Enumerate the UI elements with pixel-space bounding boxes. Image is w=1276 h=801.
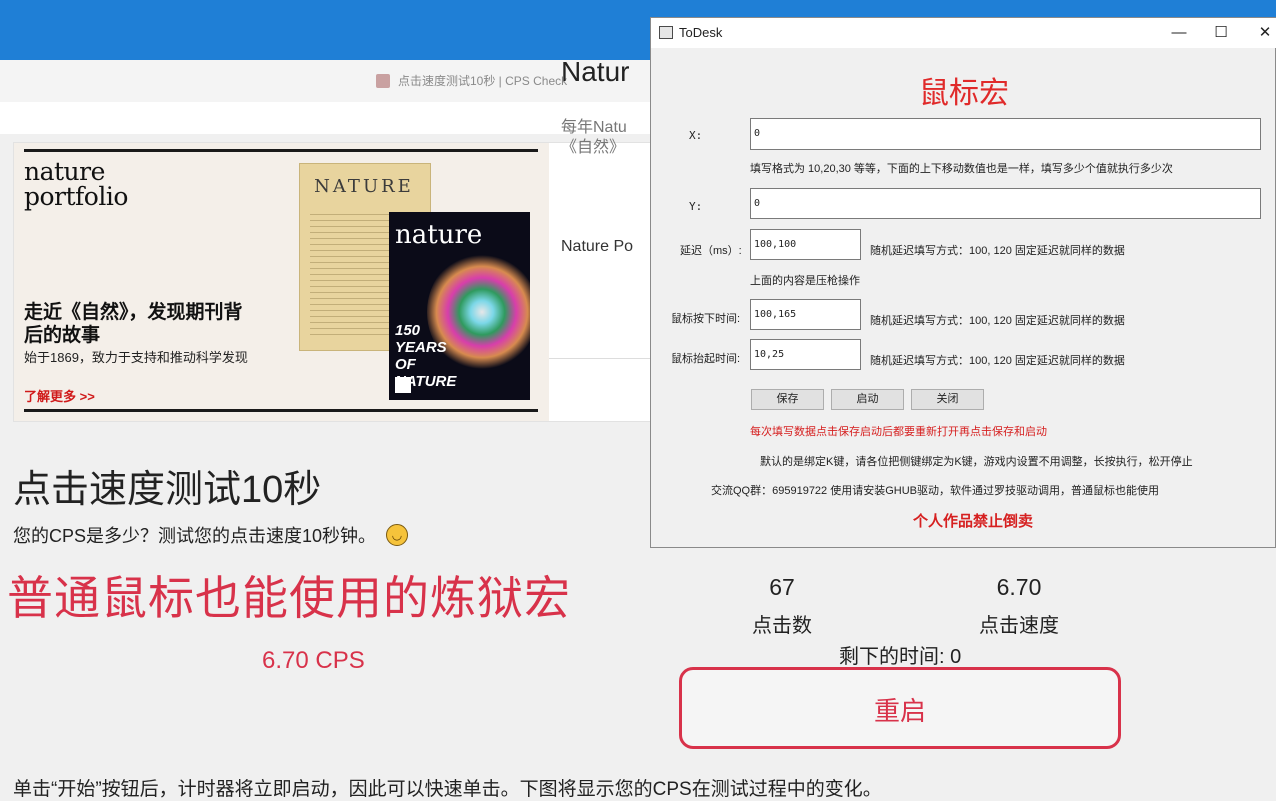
speed-stat: 6.70 点击速度 (959, 574, 1079, 638)
y-label: Y: (689, 200, 703, 213)
clicks-value: 67 (769, 574, 795, 600)
restart-button[interactable]: 重启 (679, 667, 1121, 749)
ad-subtext: 始于1869，致力于支持和推动科学发现 (24, 350, 248, 365)
qq-group-note: 交流QQ群：695919722 使用请安装GHUB驱动，软件通过罗技驱动调用，普… (711, 485, 1160, 497)
delay-label: 延迟（ms）: (680, 245, 742, 257)
close-window-button[interactable]: ✕ (1243, 18, 1276, 48)
ad-top-rule (24, 149, 538, 152)
delay-hint: 随机延迟填写方式：100, 120 固定延迟就同样的数据 (870, 245, 1125, 257)
speed-value: 6.70 (996, 574, 1042, 600)
minimize-button[interactable]: — (1157, 18, 1201, 48)
upside-down-face-icon: ◡ (386, 524, 409, 546)
page-description: 您的CPS是多少？测试您的点击速度10秒钟。 ◡ (13, 522, 409, 548)
description-text: 您的CPS是多少？测试您的点击速度10秒钟。 (13, 526, 377, 546)
release-time-label: 鼠标抬起时间: (671, 353, 741, 365)
logo-line-2: portfolio (24, 182, 128, 211)
nature-ad-banner[interactable]: nature portfolio 走近《自然》，发现期刊背后的故事 始于1869… (13, 142, 655, 422)
overlay-caption: 普通鼠标也能使用的炼狱宏 (7, 572, 571, 624)
maximize-button[interactable]: ☐ (1199, 18, 1243, 48)
start-button[interactable]: 启动 (831, 389, 904, 410)
ad-right-subtext: 每年Natu 《自然》 (561, 118, 627, 158)
speed-label: 点击速度 (979, 615, 1059, 637)
x-input[interactable]: 0 (750, 118, 1261, 150)
y-input[interactable]: 0 (750, 188, 1261, 219)
dialog-title-bar[interactable]: ToDesk — ☐ ✕ (651, 18, 1276, 48)
ad-divider (549, 358, 654, 359)
qr-code-icon (395, 377, 411, 393)
instructions-text: 单击“开始”按钮后，计时器将立即启动，因此可以快速单击。下图将显示您的CPS在测… (13, 779, 882, 800)
nature-portfolio-logo: nature portfolio (24, 159, 128, 209)
dialog-title: ToDesk (679, 25, 723, 40)
close-button[interactable]: 关闭 (911, 389, 984, 410)
ad-right-sub-line-1: 每年Natu (561, 119, 627, 136)
ad-image-panel: nature portfolio 走近《自然》，发现期刊背后的故事 始于1869… (14, 143, 549, 421)
release-time-input[interactable]: 10,25 (750, 339, 861, 370)
press-time-hint: 随机延迟填写方式：100, 120 固定延迟就同样的数据 (870, 315, 1125, 327)
cover-nature-logo: nature (395, 220, 483, 250)
ad-right-title: Natur (561, 56, 630, 87)
press-time-input[interactable]: 100,165 (750, 299, 861, 330)
logo-line-1: nature (24, 157, 105, 186)
ad-learn-more-link[interactable]: 了解更多 >> (24, 386, 95, 405)
clicks-label: 点击数 (752, 615, 812, 637)
app-window-icon (659, 26, 673, 39)
modern-journal-cover: nature 150 YEARS OF NATURE (389, 212, 530, 400)
page-title: 点击速度测试10秒 (13, 469, 322, 511)
site-favicon-icon (376, 73, 390, 88)
keybind-note: 默认的是绑定K键，请各位把侧键绑定为K键，游戏内设置不用调整，长按执行，松开停止 (760, 456, 1193, 468)
x-hint: 填写格式为 10,20,30 等等，下面的上下移动数值也是一样，填写多少个值就执… (750, 163, 1173, 175)
delay-input[interactable]: 100,100 (750, 229, 861, 260)
save-button[interactable]: 保存 (751, 389, 824, 410)
ad-right-sub-line-2: 《自然》 (561, 139, 626, 156)
save-warning: 每次填写数据点击保存启动后都要重新打开再点击保存和启动 (750, 426, 1047, 438)
tab-title: 点击速度测试10秒 | CPS Check (398, 74, 568, 88)
x-label: X: (689, 129, 703, 142)
ad-bottom-rule (24, 409, 538, 412)
mouse-macro-dialog: ToDesk — ☐ ✕ 鼠标宏 X: 0 填写格式为 10,20,30 等等，… (650, 17, 1276, 548)
recoil-note: 上面的内容是压枪操作 (750, 275, 860, 287)
browser-tab[interactable]: 点击速度测试10秒 | CPS Check (376, 72, 567, 89)
ad-right-footer: Nature Po (561, 238, 634, 255)
release-time-hint: 随机延迟填写方式：100, 120 固定延迟就同样的数据 (870, 355, 1125, 367)
time-remaining: 剩下的时间: 0 (839, 646, 962, 668)
clicks-stat: 67 点击数 (722, 574, 842, 638)
cps-result: 6.70 CPS (262, 647, 365, 674)
press-time-label: 鼠标按下时间: (671, 313, 741, 325)
resale-prohibited-notice: 个人作品禁止倒卖 (912, 513, 1033, 530)
vintage-cover-masthead: NATURE (314, 176, 414, 197)
ad-headline: 走近《自然》，发现期刊背后的故事 (24, 302, 243, 346)
dialog-heading: 鼠标宏 (919, 77, 1009, 110)
